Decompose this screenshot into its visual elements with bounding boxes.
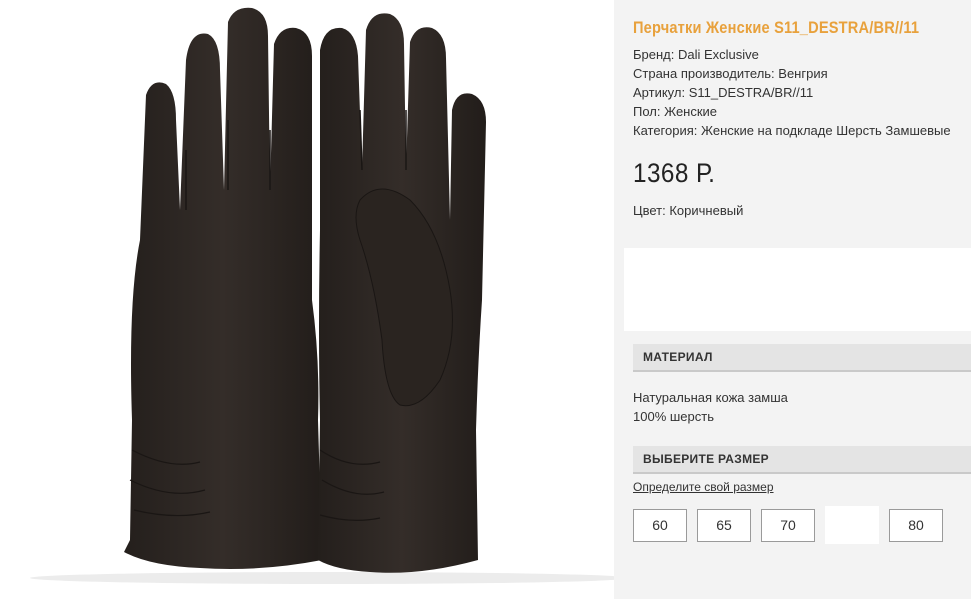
spec-gender: Пол: Женские (633, 104, 718, 119)
spec-country: Страна производитель: Венгрия (633, 66, 828, 81)
size-option-70[interactable]: 70 (761, 509, 815, 542)
spec-brand: Бренд: Dali Exclusive (633, 47, 759, 62)
size-option-60[interactable]: 60 (633, 509, 687, 542)
material-line: Натуральная кожа замша (633, 390, 788, 405)
product-image[interactable] (0, 0, 614, 599)
product-color: Цвет: Коричневый (633, 203, 744, 218)
material-list: Натуральная кожа замша 100% шерсть (633, 388, 788, 426)
size-option-blank (825, 506, 879, 544)
spec-article: Артикул: S11_DESTRA/BR//11 (633, 85, 814, 100)
size-header: ВЫБЕРИТЕ РАЗМЕР (633, 446, 971, 474)
product-specs: Бренд: Dali Exclusive Страна производите… (633, 45, 951, 140)
product-info-panel: Перчатки Женские S11_DESTRA/BR//11 Бренд… (614, 0, 971, 599)
spec-category: Категория: Женские на подкладе Шерсть За… (633, 123, 951, 138)
product-price: 1368 Р. (633, 158, 716, 188)
suede-gloves-photo (30, 7, 614, 584)
material-header: МАТЕРИАЛ (633, 344, 971, 372)
size-guide-link[interactable]: Определите свой размер (633, 480, 774, 494)
material-line: 100% шерсть (633, 409, 714, 424)
size-option-65[interactable]: 65 (697, 509, 751, 542)
blank-panel (624, 248, 971, 331)
size-option-80[interactable]: 80 (889, 509, 943, 542)
product-title: Перчатки Женские S11_DESTRA/BR//11 (633, 18, 920, 37)
